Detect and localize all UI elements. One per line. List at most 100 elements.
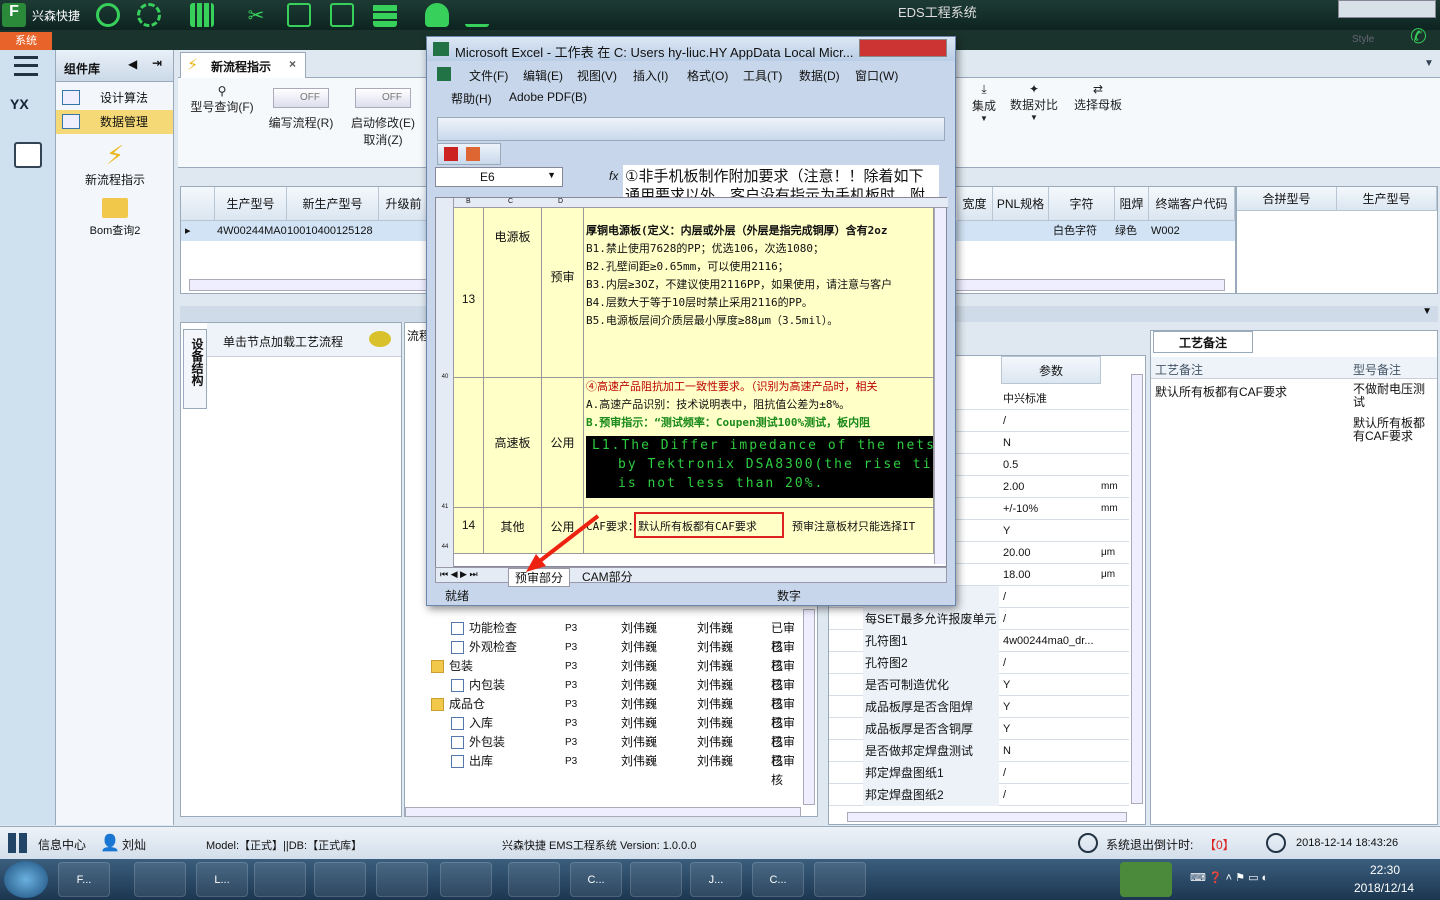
menu-adobe-pdf[interactable]: Adobe PDF(B) (509, 90, 587, 104)
prop-value[interactable]: Y (1001, 718, 1101, 740)
pdf-icon[interactable] (466, 147, 480, 161)
cancel-button[interactable]: 取消(Z) (344, 131, 422, 148)
chevron-down-icon[interactable]: ▼ (1422, 306, 1432, 317)
structure-side-tab[interactable]: 设备结构 (183, 329, 207, 409)
clock-date[interactable]: 2018/12/14 (1354, 881, 1414, 895)
name-box[interactable]: E6 ▼ (435, 167, 563, 187)
table-icon[interactable] (373, 3, 397, 27)
pin-icon[interactable]: ⇥ (152, 56, 162, 70)
prop-value[interactable]: Y (1001, 520, 1101, 542)
system-tab[interactable]: 系统 (0, 32, 52, 50)
prop-value[interactable]: / (1001, 762, 1101, 784)
grid-icon[interactable] (8, 833, 28, 853)
lifebuoy-icon[interactable] (137, 3, 161, 27)
scissors-icon[interactable]: ✂ (244, 3, 268, 27)
property-row[interactable]: 成品板厚是否含铜厚 Y (829, 718, 1129, 740)
grid-header[interactable]: 字符 (1049, 187, 1115, 221)
start-modify-button[interactable]: OFF 启动修改(E) 取消(Z) (344, 88, 422, 148)
task-item[interactable]: F... (58, 862, 110, 897)
phone-icon[interactable]: ✆ (1410, 24, 1427, 49)
prop-value[interactable]: N (1001, 740, 1101, 762)
clock-time[interactable]: 22:30 (1370, 863, 1400, 877)
window-controls[interactable] (859, 39, 947, 57)
tree-row[interactable]: 包装 P3 刘伟巍 刘伟巍 已审核 (405, 657, 815, 692)
prop-value[interactable]: / (1001, 586, 1101, 608)
prop-value[interactable]: / (1001, 410, 1101, 432)
param-header[interactable]: 参数 (1001, 356, 1101, 384)
horizontal-scrollbar[interactable] (847, 812, 1127, 822)
grid-header[interactable]: 宽度 (957, 187, 993, 221)
grid-header[interactable]: 终端客户代码 (1149, 187, 1235, 221)
fx-icon[interactable]: fx (609, 169, 618, 183)
tab-process-notes[interactable]: 工艺备注 (1153, 331, 1253, 353)
model-query-button[interactable]: ⚲ 型号查询(F) (184, 84, 260, 115)
tree-row[interactable]: 出库 P3 刘伟巍 刘伟巍 已审核 (405, 752, 815, 787)
menu-edit[interactable]: 编辑(E) (523, 67, 563, 84)
vertical-scrollbar[interactable] (803, 609, 815, 805)
grid-header[interactable]: 升级前 (379, 187, 429, 221)
chevron-left-icon[interactable]: ◀ (128, 57, 137, 71)
copy-icon[interactable] (330, 3, 354, 27)
horizontal-scrollbar[interactable] (405, 807, 801, 817)
prop-value[interactable]: 18.00 (1001, 564, 1101, 586)
task-item[interactable] (814, 862, 866, 897)
menu-icon[interactable] (14, 56, 38, 76)
pdf-icon[interactable] (444, 147, 458, 161)
tray-icons[interactable]: ⌨ ❓ ˄ ⚑ ▭ ◐ (1190, 871, 1268, 884)
menu-tools[interactable]: 工具(T) (743, 67, 782, 84)
app-new-flow[interactable]: ⚡ 新流程指示 (56, 140, 174, 188)
task-item[interactable] (134, 862, 186, 897)
off-toggle[interactable]: OFF (273, 88, 329, 108)
prop-value[interactable]: / (1001, 784, 1101, 806)
prop-value[interactable]: 中兴标准 (1001, 388, 1101, 410)
prop-value[interactable]: N (1001, 432, 1101, 454)
property-row[interactable]: 孔符图1 4w00244ma0_dr... (829, 630, 1129, 652)
cell-content[interactable]: ④高速产品阻抗加工一致性要求。（识别为高速产品时，相关 A.高速产品识别：技术说… (584, 378, 934, 508)
sheet-nav-icon[interactable]: ⏮ ◀ ▶ ⏭ (440, 569, 478, 580)
cell-content[interactable]: 厚铜电源板(定义：内层或外层（外层是指完成铜厚）含有2oz B1.禁止使用7628… (584, 208, 934, 378)
window-controls[interactable] (1338, 0, 1436, 18)
data-compare-button[interactable]: ✦ 数据对比 ▼ (1006, 82, 1062, 122)
task-excel-active[interactable] (1120, 862, 1172, 897)
grid-header[interactable]: 阻焊 (1115, 187, 1149, 221)
style-label[interactable]: Style (1352, 34, 1374, 45)
prop-value[interactable]: 20.00 (1001, 542, 1101, 564)
vertical-scrollbar[interactable] (1131, 374, 1143, 804)
prop-value[interactable]: 2.00 (1001, 476, 1101, 498)
calendar-icon[interactable] (14, 142, 42, 168)
select-board-button[interactable]: ⇄ 选择母板 (1070, 82, 1126, 113)
property-row[interactable]: 邦定焊盘图纸1/ (829, 762, 1129, 784)
property-row[interactable]: 是否做邦定焊盘测试 N (829, 740, 1129, 762)
menu-insert[interactable]: 插入(I) (633, 67, 668, 84)
task-item[interactable] (440, 862, 492, 897)
menu-window[interactable]: 窗口(W) (855, 67, 898, 84)
tree-row[interactable]: 外观检查 P3 刘伟巍 刘伟巍 已审核 (405, 638, 815, 673)
grid-header[interactable]: 生产型号 (1337, 187, 1437, 211)
prop-value[interactable]: +/-10% (1001, 498, 1101, 520)
sidebar-item-data[interactable]: 数据管理 (56, 110, 173, 134)
task-item[interactable] (508, 862, 560, 897)
cell-type[interactable]: 公用 (542, 378, 584, 508)
tree-row[interactable]: 入库 P3 刘伟巍 刘伟巍 已审核 (405, 714, 815, 749)
prop-value[interactable]: Y (1001, 674, 1101, 696)
cell-number[interactable]: 13 (454, 208, 484, 378)
prop-value[interactable]: / (1001, 608, 1101, 630)
menu-format[interactable]: 格式(O) (687, 67, 728, 84)
task-item[interactable] (254, 862, 306, 897)
menu-help[interactable]: 帮助(H) (451, 90, 492, 107)
property-row[interactable]: 孔符图2/ (829, 652, 1129, 674)
task-item[interactable] (314, 862, 366, 897)
grid-header[interactable]: 合拼型号 (1237, 187, 1337, 211)
user-icon[interactable] (425, 3, 449, 27)
tree-row[interactable]: 外包装 P3 刘伟巍 刘伟巍 已审核 (405, 733, 815, 768)
task-item[interactable]: J... (690, 862, 742, 897)
search-icon[interactable] (96, 3, 120, 27)
start-button[interactable] (4, 861, 48, 898)
edit-flow-button[interactable]: OFF 编写流程(R) (262, 88, 340, 131)
tree-row[interactable]: 成品仓 P3 刘伟巍 刘伟巍 已审核 (405, 695, 815, 730)
film-icon[interactable] (287, 3, 311, 27)
menu-file[interactable]: 文件(F) (469, 67, 508, 84)
yx-logo-icon[interactable]: YX (10, 96, 42, 128)
task-item[interactable]: C... (570, 862, 622, 897)
tree-row[interactable]: 内包装 P3 刘伟巍 刘伟巍 已审核 (405, 676, 815, 711)
